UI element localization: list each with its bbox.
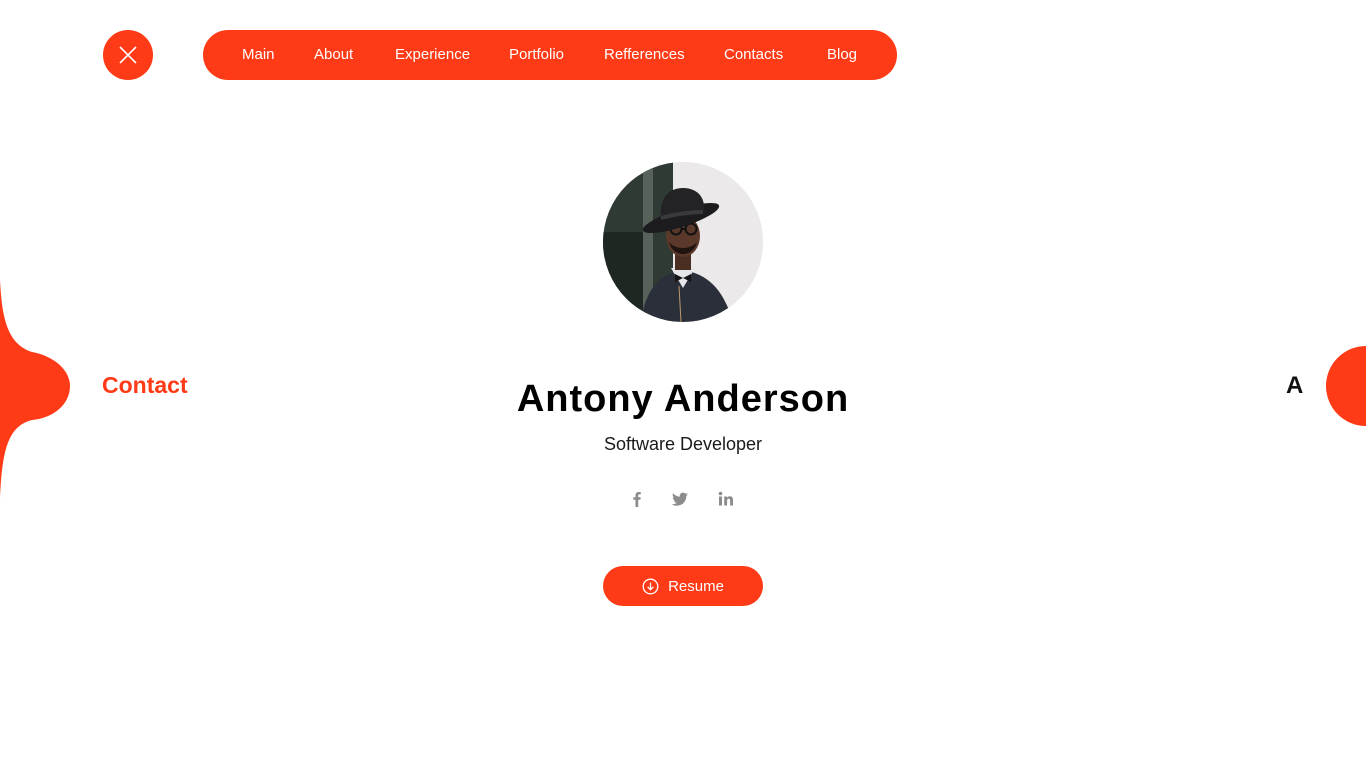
next-section-side-link[interactable]: A [1286,372,1303,400]
avatar [603,162,763,322]
contact-side-link[interactable]: Contact [102,372,188,399]
profile-role: Software Developer [603,434,763,454]
nav-item-main[interactable]: Main [242,30,275,80]
main-navigation: Main About Experience Portfolio Refferen… [203,30,897,80]
page: Main About Experience Portfolio Refferen… [0,0,1366,768]
left-blob-decoration [0,280,70,500]
resume-label: Resume [668,577,724,595]
nav-item-contacts[interactable]: Contacts [724,30,783,80]
linkedin-link[interactable] [715,488,737,510]
close-menu-button[interactable] [103,30,153,80]
nav-item-refferences[interactable]: Refferences [604,30,685,80]
linkedin-icon [718,491,733,506]
download-circle-icon [642,578,659,595]
nav-item-portfolio[interactable]: Portfolio [509,30,564,80]
twitter-link[interactable] [669,488,691,510]
right-circle-decoration [1326,346,1366,426]
nav-item-about[interactable]: About [314,30,353,80]
profile-name: Antony Anderson [516,378,850,420]
nav-item-blog[interactable]: Blog [827,30,857,80]
facebook-icon [633,492,641,507]
facebook-link[interactable] [626,488,648,510]
close-icon [119,46,137,64]
profile-photo [603,162,763,322]
nav-item-experience[interactable]: Experience [395,30,470,80]
resume-download-button[interactable]: Resume [603,566,763,606]
twitter-icon [671,492,688,506]
